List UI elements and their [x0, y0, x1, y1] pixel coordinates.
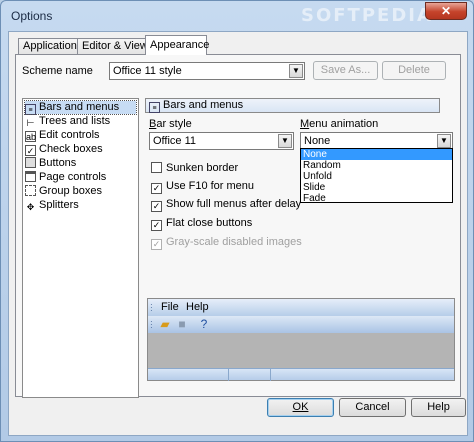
bars-menus-icon: ≡: [149, 102, 160, 113]
preview-toolbar: · · · ▰ ■ ?: [148, 316, 454, 333]
flat-close-buttons-checkbox[interactable]: ✓ Flat close buttons: [151, 217, 252, 231]
dropdown-option-fade[interactable]: Fade: [301, 193, 452, 204]
nav-item-bars-and-menus[interactable]: ≡ Bars and menus: [24, 100, 137, 115]
bar-style-label: Bar style: [149, 118, 192, 130]
delete-button[interactable]: Delete: [382, 61, 446, 80]
nav-item-group-boxes[interactable]: Group boxes: [25, 185, 136, 198]
nav-item-label: Group boxes: [39, 185, 102, 197]
close-button[interactable]: ✕: [425, 2, 467, 20]
checkbox-icon: ✓: [25, 145, 36, 156]
grip-icon: · · ·: [150, 300, 153, 315]
checkbox-box[interactable]: ✓: [151, 239, 162, 250]
dropdown-option-slide[interactable]: Slide: [301, 182, 452, 193]
preview-menubar: · · · File Help: [148, 299, 454, 316]
dropdown-option-unfold[interactable]: Unfold: [301, 171, 452, 182]
checkbox-box[interactable]: [151, 162, 162, 173]
chevron-down-icon[interactable]: ▼: [289, 64, 303, 78]
help-icon[interactable]: ?: [197, 317, 211, 331]
button-icon: [25, 157, 36, 168]
title-bar[interactable]: Options SOFTPEDIA ✕: [1, 1, 473, 31]
menu-animation-dropdown[interactable]: None Random Unfold Slide Fade: [300, 148, 453, 204]
bars-menus-icon: ≡: [25, 104, 36, 115]
ok-button[interactable]: OK: [267, 398, 334, 417]
tab-application[interactable]: Application: [18, 38, 82, 54]
window-title: Options: [11, 9, 53, 23]
open-icon[interactable]: ▰: [158, 317, 172, 331]
nav-item-check-boxes[interactable]: ✓ Check boxes: [25, 143, 136, 156]
preview-menu-file[interactable]: File: [161, 299, 179, 315]
gray-scale-images-checkbox[interactable]: ✓ Gray-scale disabled images: [151, 236, 302, 250]
nav-item-label: Page controls: [39, 171, 107, 183]
grip-icon: · · ·: [150, 317, 153, 332]
nav-item-trees-and-lists[interactable]: ⊢ Trees and lists: [25, 115, 136, 128]
help-button[interactable]: Help: [411, 398, 466, 417]
chevron-down-icon[interactable]: ▼: [278, 134, 292, 148]
section-title: Bars and menus: [163, 99, 244, 111]
bar-style-combo[interactable]: Office 11 ▼: [149, 132, 294, 150]
checkbox-box[interactable]: ✓: [151, 183, 162, 194]
sunken-border-checkbox[interactable]: Sunken border: [151, 162, 238, 176]
save-icon[interactable]: ■: [175, 317, 189, 331]
section-header: ≡ Bars and menus: [145, 98, 440, 113]
checkbox-box[interactable]: ✓: [151, 201, 162, 212]
nav-item-label: Check boxes: [39, 143, 103, 155]
category-list[interactable]: ≡ Bars and menus ⊢ Trees and lists ab Edit …: [22, 98, 139, 398]
checkbox-label: Show full menus after delay: [166, 198, 302, 210]
nav-item-label: Splitters: [39, 199, 79, 211]
bar-preview: · · · File Help · · · ▰ ■ ?: [147, 298, 455, 381]
page-icon: [25, 171, 36, 182]
status-divider: [270, 369, 271, 381]
splitter-icon: ✥: [26, 202, 35, 212]
ok-label: OK: [292, 401, 309, 413]
nav-item-label: Trees and lists: [39, 115, 111, 127]
dropdown-option-none[interactable]: None: [301, 149, 452, 160]
appearance-panel: Scheme name Office 11 style ▼ Save As...…: [15, 54, 461, 398]
preview-menu-help[interactable]: Help: [186, 299, 209, 315]
chevron-down-icon[interactable]: ▼: [437, 134, 451, 148]
tree-icon: ⊢: [26, 118, 35, 128]
show-full-menus-checkbox[interactable]: ✓ Show full menus after delay: [151, 198, 301, 212]
nav-item-page-controls[interactable]: Page controls: [25, 171, 136, 184]
dialog-body: Application Editor & Viewers Appearance …: [8, 31, 468, 436]
tab-appearance[interactable]: Appearance: [145, 35, 209, 55]
scheme-name-value: Office 11 style: [113, 65, 182, 77]
watermark: SOFTPEDIA: [301, 5, 433, 26]
save-as-button[interactable]: Save As...: [313, 61, 378, 80]
preview-statusbar: [148, 368, 454, 381]
menu-animation-label: Menu animation: [300, 118, 379, 130]
menu-animation-value: None: [304, 135, 331, 147]
scheme-name-combo[interactable]: Office 11 style ▼: [109, 62, 305, 80]
groupbox-icon: [25, 185, 36, 196]
checkbox-label: Use F10 for menu: [166, 180, 255, 192]
status-divider: [228, 369, 229, 381]
options-window: Options SOFTPEDIA ✕ Application Editor &…: [0, 0, 474, 442]
edit-icon: ab: [25, 131, 37, 142]
checkbox-label: Flat close buttons: [166, 217, 253, 229]
checkbox-box[interactable]: ✓: [151, 220, 162, 231]
nav-item-buttons[interactable]: Buttons: [25, 157, 136, 170]
checkbox-label: Sunken border: [166, 162, 239, 174]
nav-item-splitters[interactable]: ✥ Splitters: [25, 199, 136, 212]
bar-style-value: Office 11: [153, 135, 197, 147]
nav-item-edit-controls[interactable]: ab Edit controls: [25, 129, 136, 142]
scheme-name-label: Scheme name: [22, 65, 93, 77]
dropdown-option-random[interactable]: Random: [301, 160, 452, 171]
nav-item-label: Buttons: [39, 157, 77, 169]
checkbox-label: Gray-scale disabled images: [166, 236, 302, 248]
nav-item-label: Edit controls: [39, 129, 100, 141]
use-f10-checkbox[interactable]: ✓ Use F10 for menu: [151, 180, 254, 194]
cancel-button[interactable]: Cancel: [339, 398, 406, 417]
nav-item-label: Bars and menus: [39, 101, 120, 113]
